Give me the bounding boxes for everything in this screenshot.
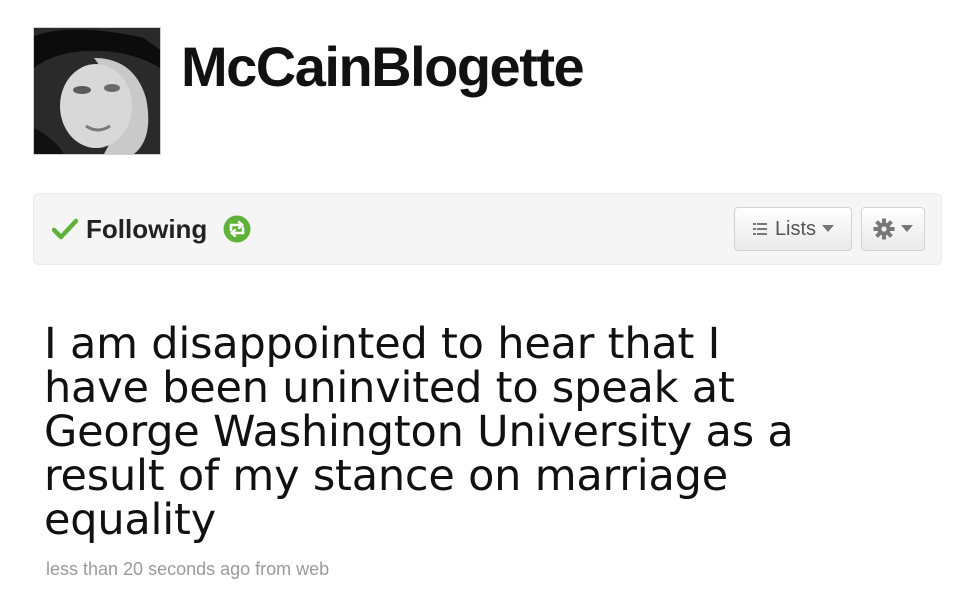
retweet-icon[interactable] [223,215,251,243]
following-status[interactable]: Following [52,212,251,246]
profile-username[interactable]: McCainBlogette [181,39,585,95]
avatar[interactable] [33,27,161,155]
gear-icon [873,218,895,240]
lists-label: Lists [774,217,817,240]
chevron-down-icon [901,225,913,233]
settings-button[interactable] [861,207,925,251]
chevron-down-icon [822,225,835,233]
profile-photo-icon [34,28,160,154]
tweet-timestamp[interactable]: less than 20 seconds ago from web [46,559,329,580]
check-icon [52,218,78,240]
following-label: Following [86,213,208,244]
profile-header: McCainBlogette [33,27,585,157]
profile-action-bar: Following Lists [33,193,942,265]
lists-button[interactable]: Lists [734,207,852,251]
tweet-text: I am disappointed to hear that I have be… [44,319,794,545]
list-icon [752,221,768,237]
